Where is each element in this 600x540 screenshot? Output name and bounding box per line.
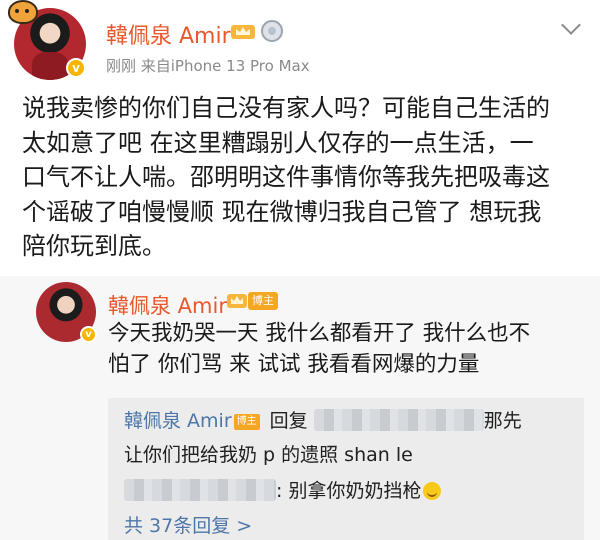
verified-badge-icon: v [66, 58, 86, 78]
blurred-username [313, 409, 484, 431]
nested-comments: 韓佩泉 Amir 博主 回复 那先 让你们把给我奶 p 的遗照 shan le :… [108, 398, 584, 540]
comment-line1-tail: 那先 [483, 410, 522, 432]
reply-verified-badge-icon: v [80, 326, 97, 343]
chevron-down-icon[interactable] [561, 15, 581, 35]
post-header: v 韓佩泉 Amir 刚刚 来自iPhone 13 Pro Max [0, 0, 600, 82]
tiger-decoration-icon [8, 0, 38, 24]
reply-card: v 韓佩泉 Amir 博主 今天我奶哭一天 我什么都看开了 我什么也不 怕了 你… [0, 276, 600, 540]
blurred-username-2 [124, 479, 276, 501]
post-meta: 刚刚 来自iPhone 13 Pro Max [106, 57, 310, 75]
crown-badge-icon [231, 25, 255, 39]
post-username[interactable]: 韓佩泉 Amir [106, 18, 231, 50]
comment-line-2: 让你们把给我奶 p 的遗照 shan le [124, 444, 413, 466]
comment-blogger-badge: 博主 [233, 414, 260, 430]
comment-line-3[interactable]: : 别拿你奶奶挡枪 [124, 476, 442, 503]
comment-reply-word: 回复 [263, 410, 314, 432]
avatar[interactable]: v [8, 0, 86, 80]
comment-line3-text: : 别拿你奶奶挡枪 [276, 480, 422, 502]
reply-username[interactable]: 韓佩泉 Amir [108, 290, 227, 320]
blogger-badge: 博主 [248, 292, 278, 310]
post-text: 说我卖惨的你们自己没有家人吗？可能自己生活的 太如意了吧 在这里糟蹋别人仅存的一… [22, 94, 550, 260]
reply-crown-icon [227, 294, 247, 308]
comment-line-1[interactable]: 韓佩泉 Amir 博主 回复 那先 [124, 406, 522, 433]
reply-text: 今天我奶哭一天 我什么都看开了 我什么也不 怕了 你们骂 来 试试 我看看网爆的… [108, 321, 531, 377]
more-replies-link[interactable]: 共 37条回复 > [124, 511, 252, 538]
comment-username[interactable]: 韓佩泉 Amir [124, 410, 232, 432]
smile-emoji-icon [423, 482, 442, 500]
medal-icon [261, 20, 283, 42]
